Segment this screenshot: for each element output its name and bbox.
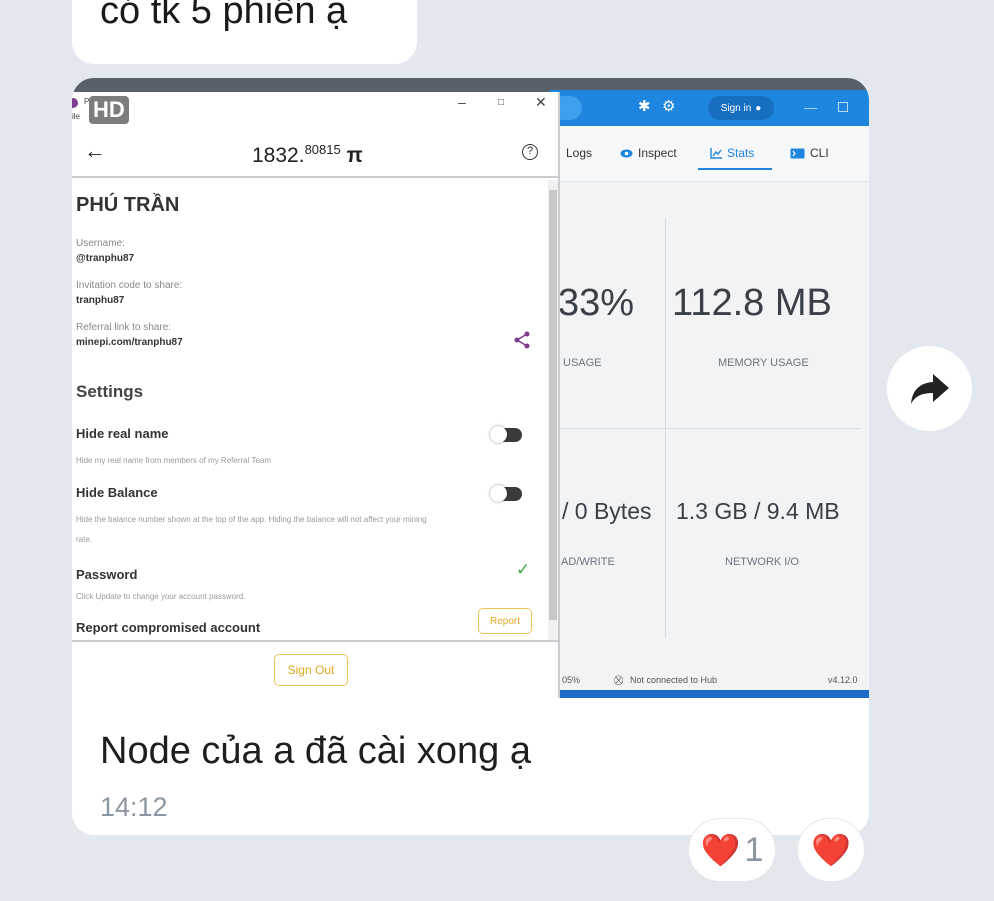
message-bubble[interactable]: ✱ ⚙ Sign in ● — Logs Inspect Stats CLI 3… <box>72 78 869 835</box>
minimize-icon[interactable]: — <box>804 100 817 115</box>
username-label: Username: <box>76 238 125 249</box>
tab-stats[interactable]: Stats <box>710 146 754 160</box>
hide-balance-desc-2: rate. <box>76 535 93 544</box>
scrollbar[interactable] <box>548 180 558 640</box>
tab-logs[interactable]: Logs <box>566 146 592 160</box>
heart-icon: ❤️ <box>811 832 851 868</box>
tab-inspect-label: Inspect <box>638 146 677 160</box>
help-icon[interactable]: ? <box>522 144 538 160</box>
attached-screenshot[interactable]: ✱ ⚙ Sign in ● — Logs Inspect Stats CLI 3… <box>72 78 869 698</box>
disk-io-value: / 0 Bytes <box>562 498 652 524</box>
active-tab-indicator <box>698 168 772 170</box>
reaction-heart-count[interactable]: ❤️ 1 <box>688 818 776 882</box>
sign-in-label: Sign in <box>720 102 752 114</box>
pi-logo-icon <box>72 98 78 108</box>
tab-cli[interactable]: CLI <box>790 146 829 160</box>
hide-balance-toggle[interactable] <box>490 485 522 502</box>
hide-real-name-toggle[interactable] <box>490 426 522 443</box>
pi-profile-body: PHÚ TRẦN Username: @tranphu87 Invitation… <box>72 180 548 640</box>
chart-icon <box>710 147 722 159</box>
memory-usage-value: 112.8 MB <box>672 282 832 324</box>
extensions-icon[interactable]: ✱ <box>638 97 651 115</box>
balance-decimals: 80815 <box>304 142 341 157</box>
stats-divider-horizontal <box>560 428 860 429</box>
pi-currency-symbol: π <box>346 144 363 167</box>
invite-code-label: Invitation code to share: <box>76 280 183 291</box>
back-arrow-icon[interactable]: ← <box>84 138 106 164</box>
sign-in-button[interactable]: Sign in ● <box>708 96 774 120</box>
docker-header: ✱ ⚙ Sign in ● — <box>550 90 869 126</box>
cpu-usage-caption: USAGE <box>563 357 602 369</box>
hd-badge: HD <box>89 96 129 124</box>
hide-balance-label: Hide Balance <box>76 485 158 500</box>
forward-button[interactable] <box>886 345 973 432</box>
account-icon: ● <box>755 102 762 114</box>
reaction-count: 1 <box>744 830 764 869</box>
settings-heading: Settings <box>76 382 144 401</box>
memory-usage-caption: MEMORY USAGE <box>718 357 809 369</box>
disk-io-caption: AD/WRITE <box>561 556 615 568</box>
gear-icon[interactable]: ⚙ <box>662 97 675 115</box>
window-menu-file[interactable]: ile <box>72 112 80 121</box>
message-caption: Node của a đã cài xong ạ <box>100 730 531 772</box>
minimize-icon[interactable]: – <box>458 94 466 110</box>
sign-out-button[interactable]: Sign Out <box>274 654 348 686</box>
balance-integer: 1832. <box>252 144 305 167</box>
maximize-icon[interactable] <box>838 102 848 112</box>
hub-icon: ⛒ <box>614 675 624 685</box>
referral-link-value: minepi.com/tranphu87 <box>76 337 183 348</box>
network-io-caption: NETWORK I/O <box>725 556 799 568</box>
eye-icon <box>620 149 633 157</box>
pi-footer: Sign Out <box>72 640 558 698</box>
message-time: 14:12 <box>100 792 168 822</box>
docker-bottom-bar <box>560 690 869 698</box>
add-heart-reaction[interactable]: ❤️ <box>797 818 865 882</box>
pi-app-window: Pi ile HD – □ ✕ ← 1832.80815 π ? PHÚ TRẦ… <box>72 92 560 698</box>
status-usage: 05% <box>562 675 581 685</box>
check-icon: ✓ <box>516 560 531 579</box>
network-io-value: 1.3 GB / 9.4 MB <box>676 498 840 524</box>
cpu-usage-value: 33% <box>558 282 635 324</box>
invite-code-value: tranphu87 <box>76 295 125 306</box>
hub-status: Not connected to Hub <box>630 675 718 685</box>
share-icon[interactable] <box>512 330 532 350</box>
scrollbar-thumb[interactable] <box>549 190 557 620</box>
hide-real-name-desc: Hide my real name from members of my Ref… <box>76 456 272 465</box>
hide-balance-desc: Hide the balance number shown at the top… <box>76 515 427 524</box>
report-button[interactable]: Report <box>478 608 532 634</box>
maximize-icon[interactable]: □ <box>498 97 504 108</box>
forward-arrow-icon <box>910 373 949 404</box>
tab-logs-label: Logs <box>566 146 593 160</box>
password-label: Password <box>76 567 138 582</box>
docker-status-bar: 05% ⛒ Not connected to Hub v4.12.0 <box>560 672 869 690</box>
tab-cli-label: CLI <box>810 146 829 160</box>
pi-header: ← 1832.80815 π ? <box>72 128 558 178</box>
password-desc: Click Update to change your account pass… <box>76 592 246 601</box>
hide-real-name-label: Hide real name <box>76 426 169 441</box>
pi-balance: 1832.80815 π <box>252 142 363 168</box>
heart-icon: ❤️ <box>700 832 741 868</box>
close-icon[interactable]: ✕ <box>535 94 547 111</box>
referral-link-label: Referral link to share: <box>76 322 172 333</box>
docker-tabs: Logs Inspect Stats CLI <box>560 126 869 182</box>
previous-message-text: có tk 5 phiên ạ <box>100 0 348 32</box>
version-label: v4.12.0 <box>828 675 858 685</box>
pi-titlebar: Pi ile HD – □ ✕ <box>72 92 558 128</box>
tab-stats-label: Stats <box>727 146 755 160</box>
report-account-label: Report compromised account <box>76 620 261 635</box>
terminal-icon <box>790 148 805 158</box>
username-value: @tranphu87 <box>76 253 135 264</box>
profile-name: PHÚ TRẦN <box>76 194 180 216</box>
tab-inspect[interactable]: Inspect <box>620 146 677 160</box>
